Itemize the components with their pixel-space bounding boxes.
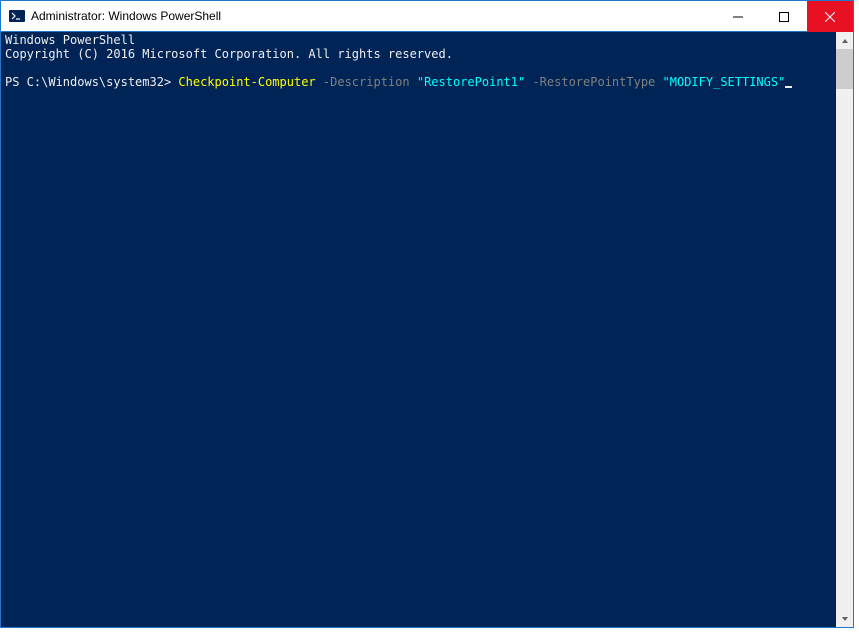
title-left: Administrator: Windows PowerShell (1, 8, 715, 24)
param-description: -Description (323, 75, 410, 89)
cmdlet: Checkpoint-Computer (178, 75, 315, 89)
client-area: Windows PowerShellCopyright (C) 2016 Mic… (1, 32, 853, 627)
titlebar[interactable]: Administrator: Windows PowerShell (1, 1, 853, 32)
vertical-scrollbar[interactable] (836, 32, 853, 627)
scroll-thumb[interactable] (836, 49, 853, 89)
arg-description: "RestorePoint1" (417, 75, 525, 89)
powershell-icon (9, 8, 25, 24)
console-output[interactable]: Windows PowerShellCopyright (C) 2016 Mic… (1, 32, 836, 627)
prompt-line: PS C:\Windows\system32> Checkpoint-Compu… (5, 75, 832, 89)
param-restorepointtype: -RestorePointType (532, 75, 655, 89)
maximize-button[interactable] (761, 1, 807, 32)
window-title: Administrator: Windows PowerShell (31, 9, 221, 23)
scroll-track[interactable] (836, 49, 853, 610)
banner-line: Copyright (C) 2016 Microsoft Corporation… (5, 47, 832, 61)
banner-line: Windows PowerShell (5, 33, 832, 47)
scroll-up-button[interactable] (836, 32, 853, 49)
minimize-button[interactable] (715, 1, 761, 32)
powershell-window: Administrator: Windows PowerShell Window… (0, 0, 854, 628)
window-controls (715, 1, 853, 31)
blank-line (5, 61, 832, 75)
text-cursor (785, 86, 792, 88)
arg-restorepointtype: "MODIFY_SETTINGS" (663, 75, 786, 89)
close-button[interactable] (807, 1, 853, 32)
prompt: PS C:\Windows\system32> (5, 75, 178, 89)
scroll-down-button[interactable] (836, 610, 853, 627)
